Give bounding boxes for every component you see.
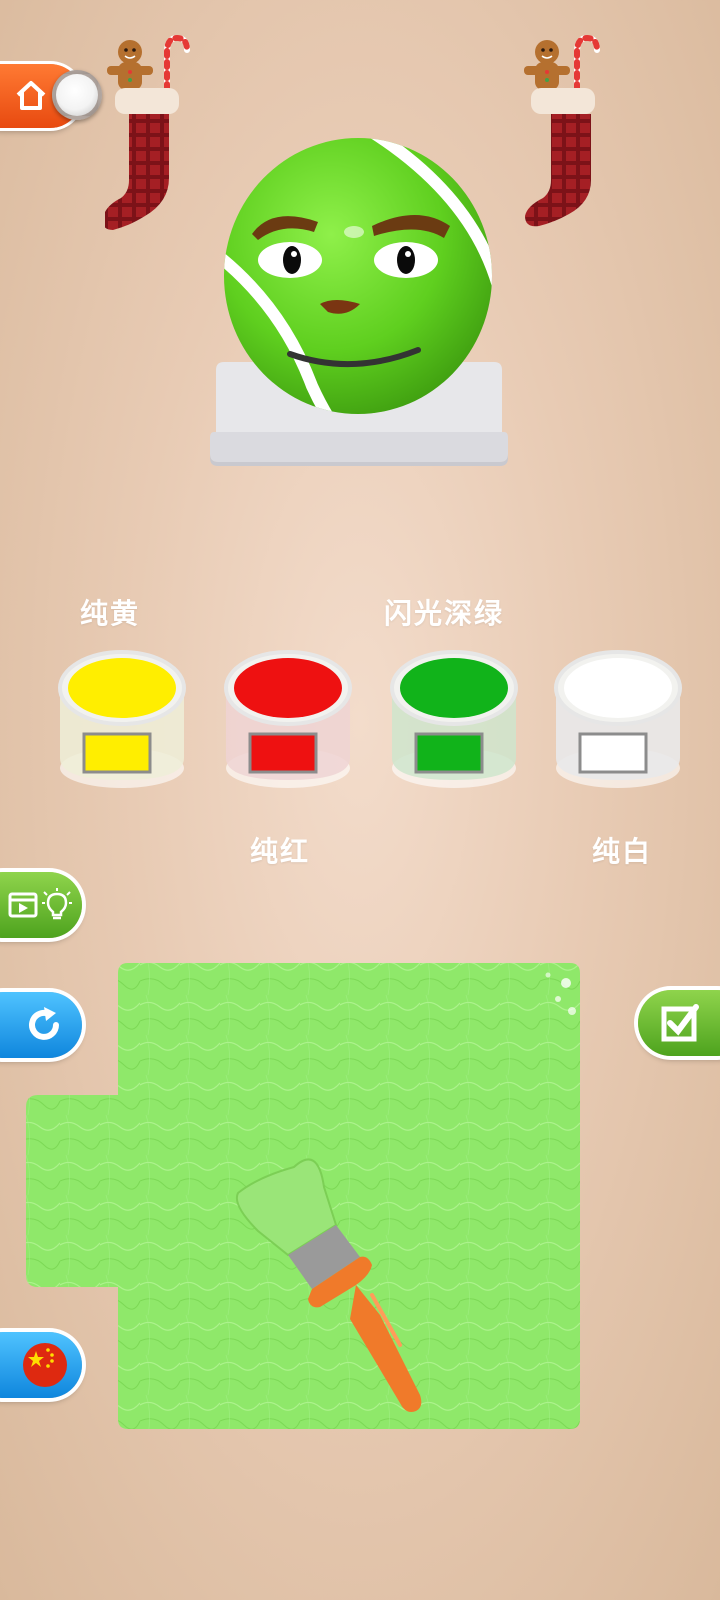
paint-label-red: 纯红: [250, 835, 311, 868]
painting-canvas[interactable]: [20, 955, 594, 1435]
lightbulb-icon: [42, 888, 72, 920]
paint-pot-yellow[interactable]: [52, 648, 192, 798]
sound-toggle[interactable]: [52, 70, 102, 120]
video-icon: [8, 892, 38, 918]
paint-label-white: 纯白: [592, 835, 653, 868]
china-flag-icon: [23, 1343, 67, 1387]
video-hint-button[interactable]: [0, 872, 82, 938]
paint-pot-white[interactable]: [548, 648, 688, 798]
confirm-button[interactable]: [638, 990, 720, 1056]
christmas-stocking-left: [105, 34, 190, 230]
tennis-ball-character: [224, 138, 492, 414]
checkbox-icon: [661, 1004, 699, 1042]
paint-label-green: 闪光深绿: [384, 597, 505, 630]
paint-pot-green[interactable]: [384, 648, 524, 798]
home-icon: [16, 81, 46, 110]
paint-pot-red[interactable]: [218, 648, 358, 798]
paint-label-yellow: 纯黄: [80, 597, 141, 630]
language-button[interactable]: [0, 1332, 82, 1398]
christmas-stocking-right: [524, 34, 600, 227]
